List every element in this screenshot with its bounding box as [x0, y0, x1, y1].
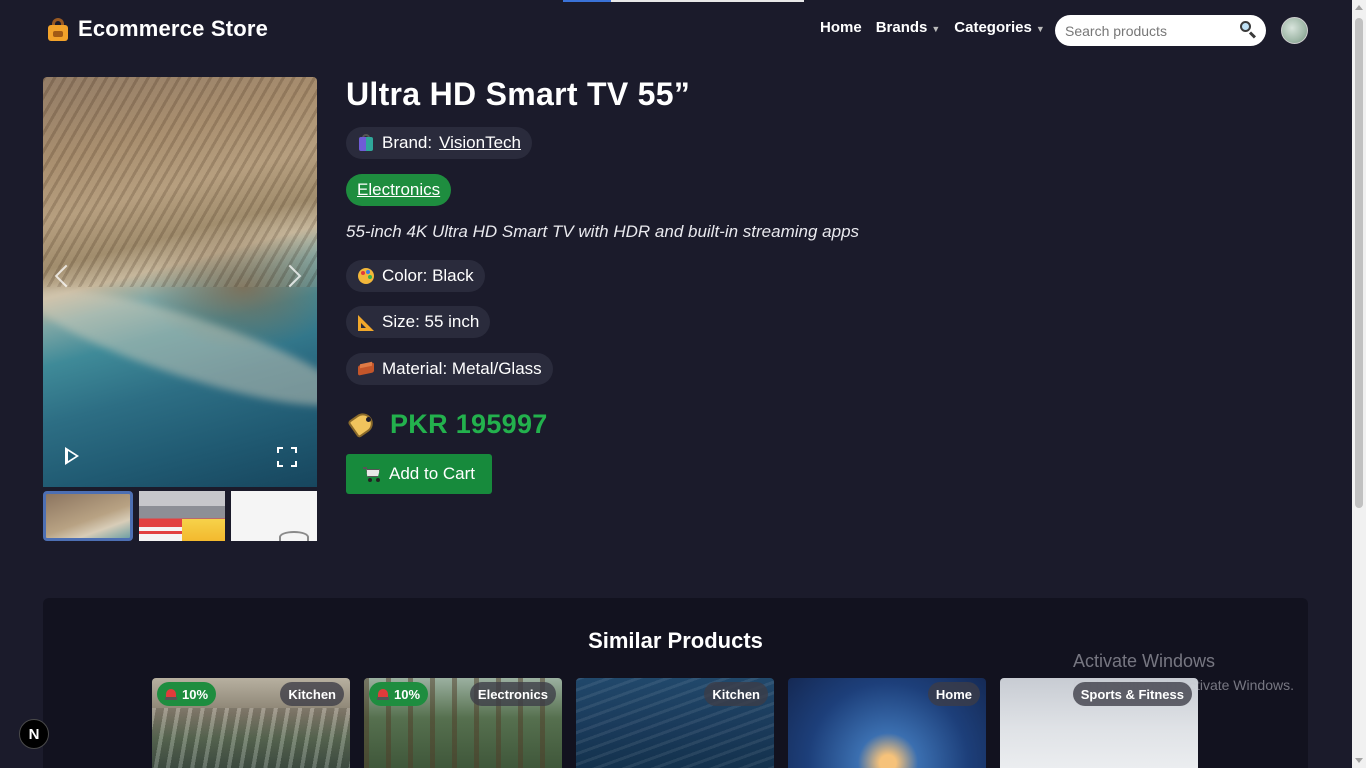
- product-description: 55-inch 4K Ultra HD Smart TV with HDR an…: [346, 222, 860, 241]
- siren-icon: [377, 688, 389, 700]
- search-icon[interactable]: [1239, 20, 1257, 39]
- product-card[interactable]: Home: [788, 678, 986, 768]
- siren-icon: [165, 688, 177, 700]
- search-box: [1055, 15, 1266, 46]
- media-thumbnail[interactable]: [231, 491, 317, 541]
- nav-brands-dropdown[interactable]: Brands ▼: [876, 19, 941, 36]
- scroll-up-icon[interactable]: [1355, 5, 1363, 10]
- card-category-badge: Electronics: [469, 682, 556, 706]
- material-attribute: Material: Metal/Glass: [346, 353, 553, 385]
- nav-home-label[interactable]: Home: [820, 19, 862, 36]
- product-card[interactable]: Kitchen: [576, 678, 774, 768]
- card-category-badge: Home: [927, 682, 980, 706]
- category-link[interactable]: Electronics: [346, 174, 452, 206]
- watermark-title: Activate Windows: [1073, 651, 1216, 671]
- product-media-viewer[interactable]: [43, 77, 317, 487]
- product-card[interactable]: 10% Electronics: [364, 678, 562, 768]
- scroll-down-icon[interactable]: [1355, 758, 1363, 763]
- brand-pill: Brand: VisionTech: [346, 127, 532, 159]
- product-card[interactable]: 10% Kitchen: [152, 678, 350, 768]
- site-title[interactable]: Ecommerce Store: [78, 16, 268, 42]
- triangular-ruler-icon: [357, 313, 375, 331]
- similar-products-section: Similar Products 10% Kitchen 10% Electro…: [43, 598, 1308, 768]
- brand-link[interactable]: VisionTech: [439, 133, 521, 153]
- shopping-bags-icon: [357, 134, 375, 152]
- discount-badge: 10%: [369, 682, 429, 706]
- color-attribute-label: Color: Black: [382, 266, 474, 285]
- play-icon[interactable]: [65, 447, 79, 465]
- shopping-cart-icon: [363, 466, 381, 482]
- discount-value: 10%: [394, 686, 421, 702]
- site-logo[interactable]: Ecommerce Store: [46, 16, 268, 42]
- chevron-down-icon: ▼: [931, 23, 941, 34]
- material-attribute-label: Material: Metal/Glass: [382, 359, 542, 378]
- price-tag-icon: [346, 408, 378, 440]
- media-thumbnail[interactable]: [43, 491, 133, 541]
- card-category-badge: Sports & Fitness: [1072, 682, 1192, 706]
- site-header: Ecommerce Store Home Brands ▼ Categories ▼: [0, 0, 1352, 62]
- discount-value: 10%: [182, 686, 209, 702]
- size-attribute: Size: 55 inch: [346, 306, 491, 338]
- card-category-badge: Kitchen: [704, 682, 768, 706]
- add-to-cart-button[interactable]: Add to Cart: [346, 454, 492, 494]
- product-card[interactable]: Sports & Fitness: [1000, 678, 1198, 768]
- user-avatar[interactable]: [1281, 17, 1308, 44]
- search-input[interactable]: [1065, 22, 1235, 39]
- product-title: Ultra HD Smart TV 55”: [346, 76, 691, 112]
- nav-categories-dropdown[interactable]: Categories ▼: [954, 19, 1044, 36]
- scrollbar-thumb[interactable]: [1355, 18, 1363, 508]
- fullscreen-icon[interactable]: [277, 447, 297, 467]
- similar-products-list: 10% Kitchen 10% Electronics Kitchen Home…: [152, 678, 1198, 768]
- shopping-bag-icon: [46, 17, 70, 41]
- size-attribute-label: Size: 55 inch: [382, 312, 480, 331]
- page-scrollbar[interactable]: [1352, 0, 1366, 768]
- price-row: PKR 195997: [346, 408, 548, 440]
- palette-icon: [357, 267, 375, 285]
- nav-categories-label[interactable]: Categories: [954, 19, 1032, 36]
- product-price: PKR 195997: [390, 408, 548, 439]
- add-to-cart-label[interactable]: Add to Cart: [389, 464, 475, 484]
- discount-badge: 10%: [157, 682, 217, 706]
- color-attribute: Color: Black: [346, 260, 485, 292]
- card-category-badge: Kitchen: [280, 682, 344, 706]
- nav-home[interactable]: Home: [820, 19, 862, 36]
- nav-brands-label[interactable]: Brands: [876, 19, 928, 36]
- media-thumbnail[interactable]: [139, 491, 225, 541]
- brick-icon: [357, 360, 375, 378]
- chevron-down-icon: ▼: [1035, 23, 1045, 34]
- media-thumbnails: [43, 491, 317, 541]
- main-nav: Home Brands ▼ Categories ▼: [820, 19, 1045, 36]
- dev-tools-badge[interactable]: N: [19, 719, 49, 749]
- brand-label: Brand:: [382, 133, 433, 152]
